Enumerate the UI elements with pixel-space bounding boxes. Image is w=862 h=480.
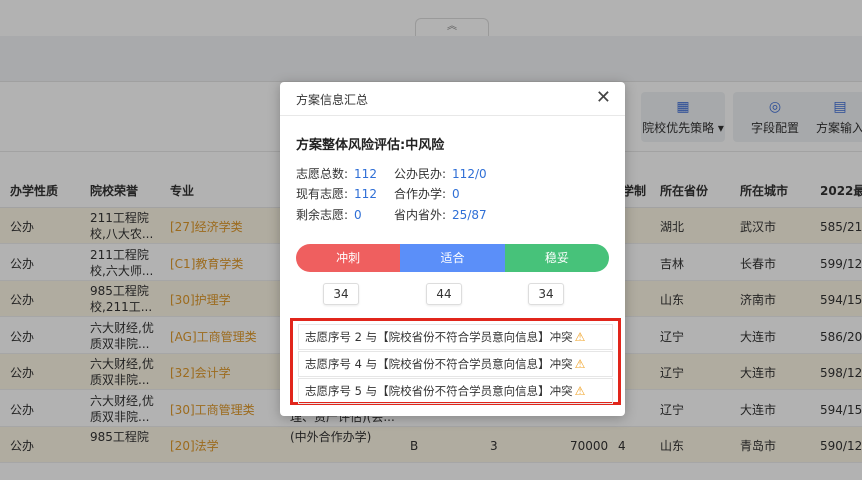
dialog-header: 方案信息汇总 ✕	[280, 82, 625, 116]
list-item[interactable]: 志愿序号 4 与【院校省份不符合学员意向信息】冲突 ⚠	[298, 351, 613, 377]
warning-icon: ⚠	[574, 384, 586, 398]
close-icon[interactable]: ✕	[596, 88, 611, 108]
stat-total: 志愿总数: 112	[296, 167, 377, 181]
stat-coop: 合作办学: 0	[394, 187, 460, 201]
segment-safe[interactable]: 稳妥	[504, 244, 609, 272]
warning-icon: ⚠	[574, 330, 586, 344]
list-item[interactable]: 志愿序号 5 与【院校省份不符合学员意向信息】冲突 ⚠	[298, 378, 613, 404]
risk-assessment: 方案整体风险评估:中风险	[296, 138, 445, 153]
count-suitable: 44	[426, 283, 462, 305]
plan-summary-dialog: 方案信息汇总 ✕ 方案整体风险评估:中风险 志愿总数: 112 公办民办: 112/…	[280, 82, 625, 416]
dialog-title: 方案信息汇总	[296, 93, 369, 107]
risk-segment-bar: 冲刺 适合 稳妥	[296, 244, 609, 272]
stat-existing: 现有志愿: 112	[296, 187, 377, 201]
warning-icon: ⚠	[574, 357, 586, 371]
count-safe: 34	[528, 283, 564, 305]
risk-value: 中风险	[405, 138, 445, 153]
conflict-list: 志愿序号 2 与【院校省份不符合学员意向信息】冲突 ⚠ 志愿序号 4 与【院校省份…	[290, 318, 621, 405]
segment-suitable[interactable]: 适合	[400, 244, 505, 272]
stat-inout: 省内省外: 25/87	[394, 208, 487, 222]
list-item[interactable]: 志愿序号 2 与【院校省份不符合学员意向信息】冲突 ⚠	[298, 324, 613, 350]
segment-sprint[interactable]: 冲刺	[296, 244, 401, 272]
stat-public: 公办民办: 112/0	[394, 167, 487, 181]
count-sprint: 34	[323, 283, 359, 305]
stat-remain: 剩余志愿: 0	[296, 208, 362, 222]
